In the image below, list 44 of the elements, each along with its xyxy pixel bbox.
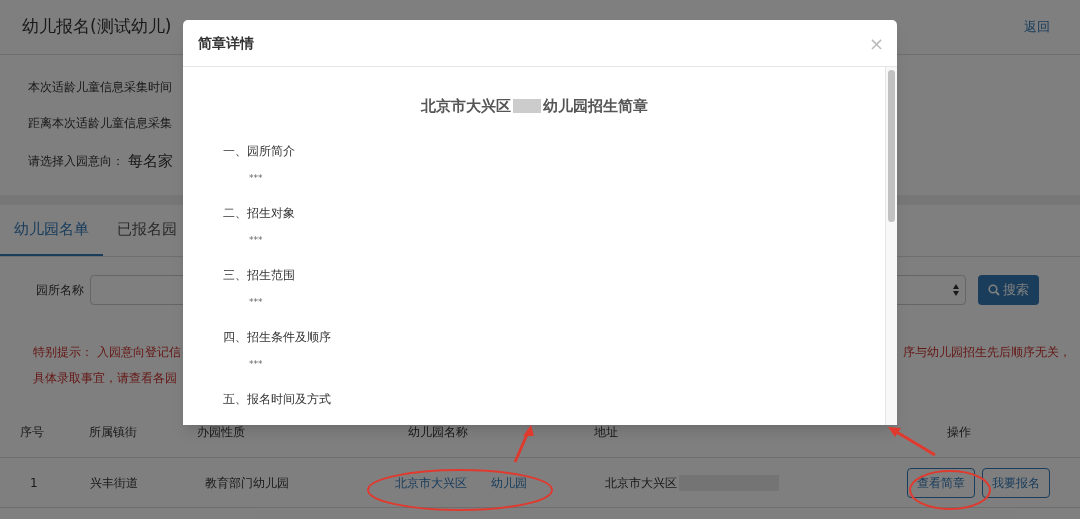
table-cell: 兴丰街道	[90, 475, 138, 490]
kindergarten-link[interactable]: 幼儿园	[491, 473, 527, 492]
table-cell: 教育部门幼儿园	[205, 475, 289, 490]
redacted-blur	[512, 99, 541, 114]
intent-label: 请选择入园意向：	[28, 153, 124, 170]
tab[interactable]: 已报名园	[103, 205, 191, 256]
back-link[interactable]: 返回	[1024, 17, 1050, 37]
action-button[interactable]: 查看简章	[907, 467, 975, 498]
tab[interactable]: 幼儿园名单	[0, 205, 103, 256]
close-button[interactable]: ×	[868, 29, 884, 57]
section-title: 三、招生范围	[223, 266, 296, 284]
section-text: ***	[248, 357, 264, 371]
section-title: 四、招生条件及顺序	[223, 328, 332, 346]
search-button[interactable]: 搜索	[978, 274, 1039, 305]
search-icon	[988, 283, 1000, 296]
brochure-heading: 北京市大兴区	[420, 96, 511, 117]
notice-text: 特别提示： 入园意向登记信	[33, 343, 181, 361]
search-label: 园所名称	[36, 281, 84, 299]
column-header: 办园性质	[196, 425, 245, 439]
scrollbar[interactable]	[885, 67, 897, 425]
column-header: 地址	[593, 425, 618, 439]
column-header: 操作	[947, 424, 972, 441]
info-text: 距离本次适龄儿童信息采集	[28, 114, 173, 132]
intent-note: 每名家	[128, 150, 173, 172]
column-header: 幼儿园名称	[407, 425, 468, 439]
section-text: ***	[248, 233, 264, 247]
info-text: 本次适龄儿童信息采集时间	[28, 78, 173, 96]
table-cell-text: 北京市大兴区	[605, 474, 677, 492]
brochure-heading: 幼儿园招生简章	[542, 96, 648, 117]
section-title: 一、园所简介	[223, 142, 296, 160]
page-title: 幼儿报名(测试幼儿)	[22, 15, 172, 39]
section-title: 五、报名时间及方式	[223, 390, 332, 408]
notice-text: 具体录取事宜，请查看各园	[33, 369, 178, 387]
section-title: 二、招生对象	[223, 204, 296, 222]
section-text: ***	[248, 171, 264, 185]
section-text: ***	[248, 295, 264, 309]
notice-text: 序与幼儿园招生先后顺序无关，	[903, 343, 1071, 361]
column-header: 序号	[20, 425, 44, 439]
modal-title: 简章详情	[198, 33, 254, 53]
action-button[interactable]: 我要报名	[982, 467, 1050, 498]
table-cell: 1	[30, 475, 38, 490]
updown-icon	[953, 283, 959, 296]
kindergarten-link[interactable]: 北京市大兴区	[395, 473, 467, 492]
column-header: 所属镇街	[88, 425, 137, 439]
